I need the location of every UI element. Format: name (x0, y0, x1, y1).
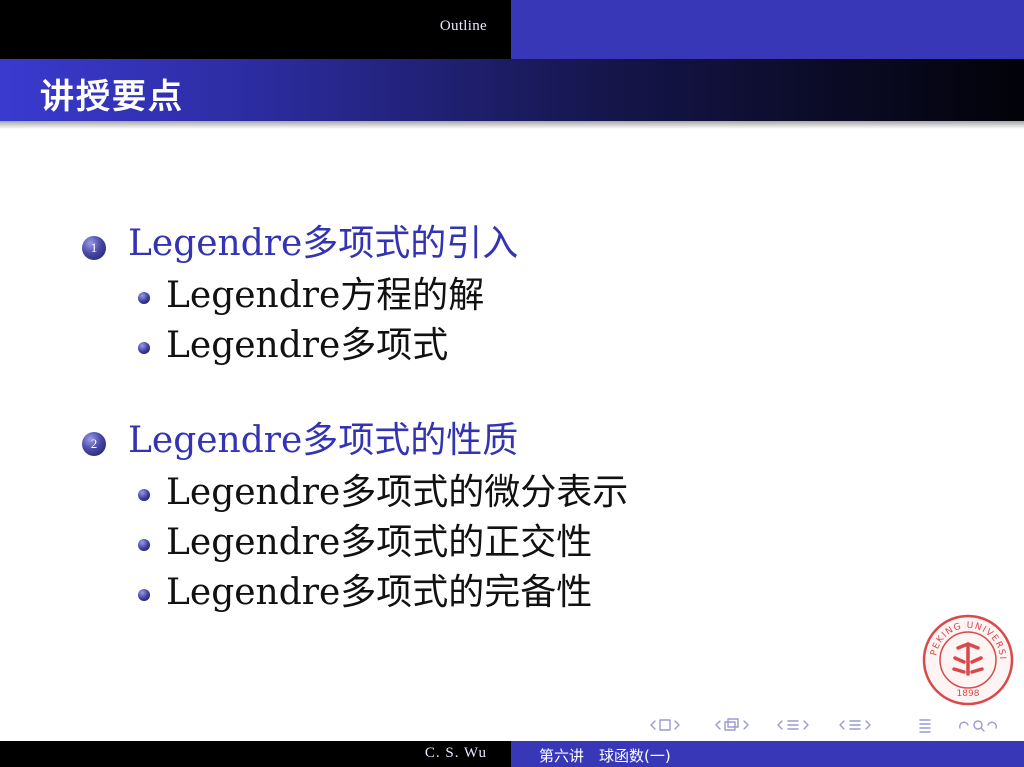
outline-subsection-1-1[interactable]: Legendre方程的解 (166, 274, 484, 318)
document-icon[interactable] (849, 720, 861, 730)
section-prev-icon[interactable] (777, 720, 783, 730)
subsection-next-icon[interactable] (743, 720, 749, 730)
forward-icon[interactable] (987, 721, 997, 729)
document-next-icon[interactable] (865, 720, 871, 730)
frame-next-icon[interactable] (674, 720, 680, 730)
enum-number-1: 1 (82, 236, 106, 260)
footer-lecture-title: 第六讲 球函数(一) (539, 747, 671, 765)
enum-number-2: 2 (82, 432, 106, 456)
footer-right: 第六讲 球函数(一) (511, 741, 1024, 767)
bullet-icon (138, 589, 150, 601)
search-icon[interactable] (973, 720, 985, 732)
footer-left: C. S. Wu (0, 741, 511, 767)
section-icon[interactable] (787, 720, 799, 730)
footer-bar: C. S. Wu 第六讲 球函数(一) (0, 741, 1024, 767)
bullet-icon (138, 292, 150, 304)
back-icon[interactable] (959, 721, 969, 729)
subsection-prev-icon[interactable] (715, 720, 721, 730)
subsection-frames-icon[interactable] (724, 718, 739, 731)
outline-subsection-2-2[interactable]: Legendre多项式的正交性 (166, 521, 592, 565)
seal-year: 1898 (957, 689, 980, 699)
document-prev-icon[interactable] (839, 720, 845, 730)
outline-section-2[interactable]: Legendre多项式的性质 (128, 419, 518, 463)
bullet-icon (138, 489, 150, 501)
frame-prev-icon[interactable] (650, 720, 656, 730)
outline-subsection-2-1[interactable]: Legendre多项式的微分表示 (166, 471, 628, 515)
frame-icon[interactable] (659, 719, 671, 731)
outline-subsection-2-3[interactable]: Legendre多项式的完备性 (166, 571, 592, 615)
outline-subsection-1-2[interactable]: Legendre多项式 (166, 324, 448, 368)
frame-content: 1 Legendre多项式的引入 Legendre方程的解 Legendre多项… (0, 0, 1024, 767)
outline-icon[interactable] (919, 719, 931, 733)
footer-author: C. S. Wu (424, 745, 487, 761)
section-next-icon[interactable] (803, 720, 809, 730)
outline-section-1[interactable]: Legendre多项式的引入 (128, 222, 518, 266)
navigation-bar (650, 718, 997, 733)
bullet-icon (138, 539, 150, 551)
university-seal-logo: PEKING UNIVERSITY 1898 (922, 614, 1014, 706)
bullet-icon (138, 342, 150, 354)
